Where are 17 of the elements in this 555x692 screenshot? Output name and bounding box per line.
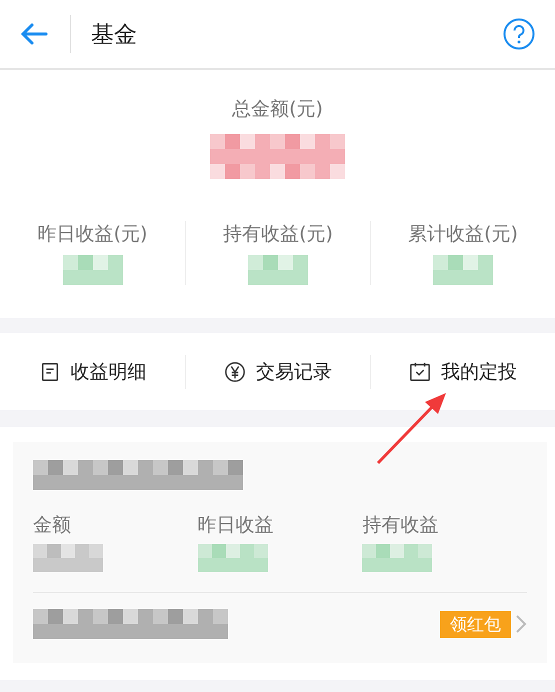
page-title: 基金 bbox=[91, 20, 138, 50]
stat-label: 累计收益(元) bbox=[408, 222, 518, 247]
column-label: 金额 bbox=[33, 513, 71, 538]
action-link[interactable]: 交易记录 bbox=[185, 354, 370, 388]
fund-card[interactable]: 金额 昨日收益 持有收益 领红包 bbox=[13, 442, 547, 663]
stat-label: 昨日收益(元) bbox=[38, 222, 148, 247]
column-label: 持有收益 bbox=[362, 513, 438, 538]
back-arrow-icon[interactable] bbox=[20, 22, 48, 46]
action-link[interactable]: 收益明细 bbox=[0, 354, 185, 388]
action-link[interactable]: 我的定投 bbox=[370, 354, 555, 388]
yen-icon bbox=[224, 360, 246, 382]
calendar-check-icon bbox=[409, 360, 431, 382]
help-icon[interactable] bbox=[503, 18, 535, 50]
column-label: 昨日收益 bbox=[198, 513, 274, 538]
stat-label: 持有收益(元) bbox=[223, 222, 333, 247]
total-amount-label: 总金额(元) bbox=[232, 97, 323, 122]
chevron-right-icon bbox=[515, 614, 527, 634]
